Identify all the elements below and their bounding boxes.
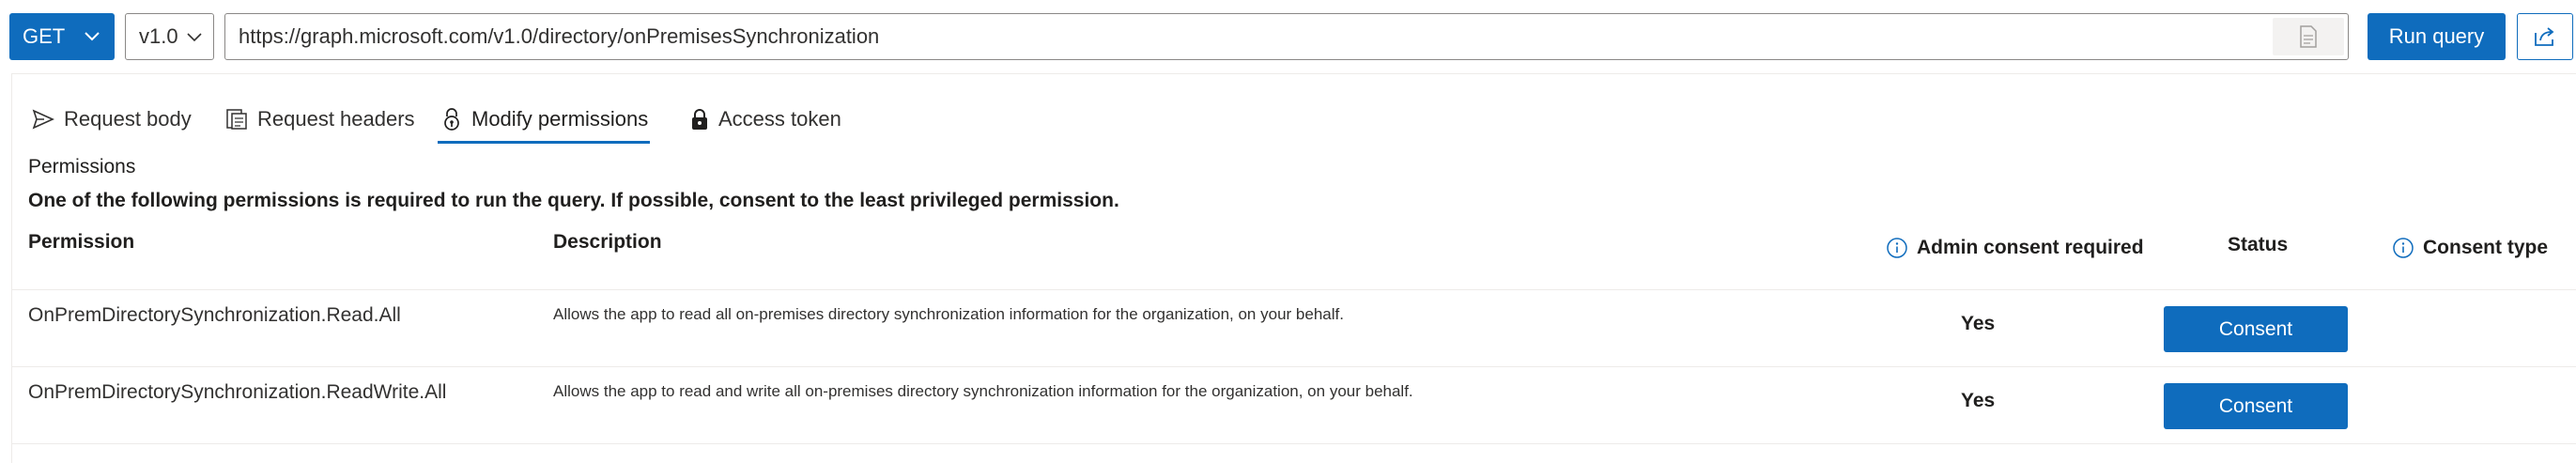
active-tab-indicator (438, 141, 650, 144)
http-method-label: GET (23, 24, 66, 48)
share-icon (2535, 27, 2554, 46)
tab-label: Request body (64, 107, 192, 131)
send-icon (32, 109, 54, 130)
sample-doc-button[interactable] (2273, 18, 2344, 55)
column-header-status: Status (2228, 234, 2289, 255)
permissions-description: One of the following permissions is requ… (28, 190, 1119, 211)
consent-button[interactable]: Consent (2164, 306, 2348, 352)
column-header-consent-type: Consent type (2392, 237, 2548, 259)
tab-access-token[interactable]: Access token (690, 94, 841, 145)
run-query-button[interactable]: Run query (2368, 13, 2506, 60)
info-icon[interactable] (2392, 237, 2414, 259)
lock-icon (444, 108, 459, 131)
column-header-permission: Permission (28, 231, 135, 253)
tab-request-body[interactable]: Request body (32, 94, 192, 145)
tab-modify-permissions[interactable]: Modify permissions (441, 94, 648, 145)
admin-consent-value: Yes (1961, 313, 1996, 334)
column-header-description: Description (553, 231, 662, 253)
table-divider (11, 289, 2576, 290)
chevron-down-icon (85, 32, 100, 41)
permissions-title: Permissions (28, 156, 136, 177)
tab-label: Modify permissions (471, 107, 649, 131)
tab-label: Request headers (257, 107, 415, 131)
http-method-dropdown[interactable]: GET (9, 13, 115, 60)
permission-description: Allows the app to read and write all on-… (553, 382, 1413, 400)
url-text: https://graph.microsoft.com/v1.0/directo… (239, 24, 880, 48)
tab-label: Access token (718, 107, 841, 131)
column-header-admin-consent: Admin consent required (1886, 237, 2144, 259)
tab-request-headers[interactable]: Request headers (225, 94, 415, 145)
token-lock-icon (692, 109, 707, 130)
permission-name: OnPremDirectorySynchronization.ReadWrite… (28, 381, 447, 403)
run-query-label: Run query (2388, 24, 2485, 48)
headers-icon (226, 109, 247, 130)
info-icon[interactable] (1886, 237, 1908, 259)
api-version-label: v1.0 (139, 24, 178, 48)
chevron-down-icon (187, 33, 202, 42)
table-divider (11, 443, 2576, 444)
consent-button[interactable]: Consent (2164, 383, 2348, 429)
url-input[interactable]: https://graph.microsoft.com/v1.0/directo… (224, 13, 2349, 60)
query-bar: GET v1.0 https://graph.microsoft.com/v1.… (0, 0, 2576, 73)
api-version-dropdown[interactable]: v1.0 (125, 13, 214, 60)
permission-description: Allows the app to read all on-premises d… (553, 305, 1344, 323)
share-button[interactable] (2517, 13, 2573, 60)
document-icon (2300, 25, 2317, 48)
permission-name: OnPremDirectorySynchronization.Read.All (28, 304, 401, 326)
table-divider (11, 366, 2576, 367)
admin-consent-value: Yes (1961, 390, 1996, 411)
